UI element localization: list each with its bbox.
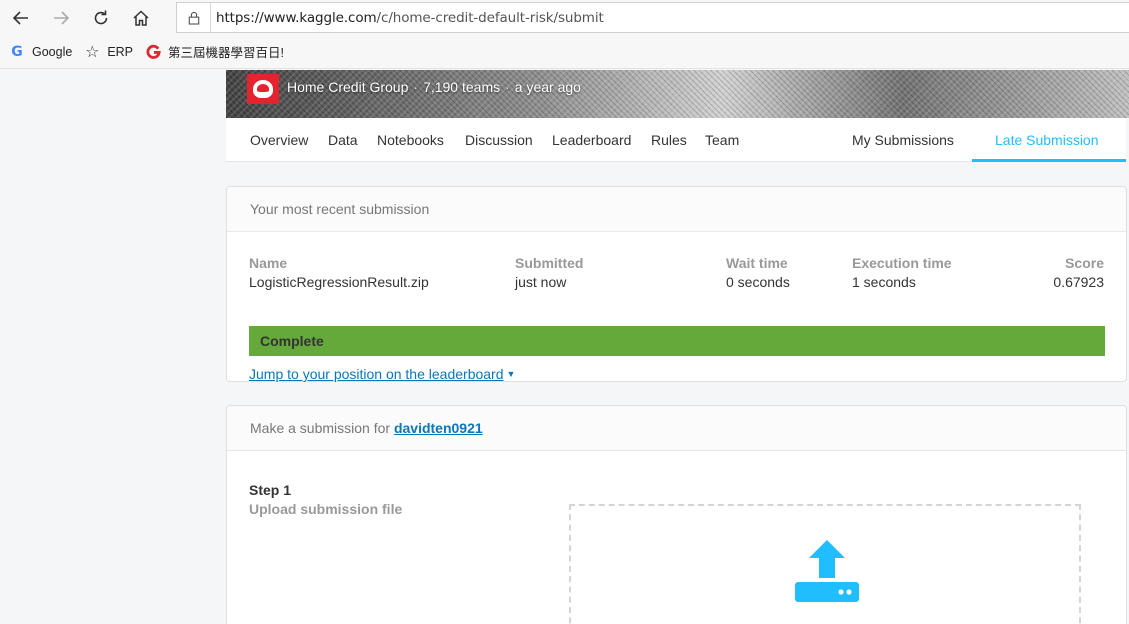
score-value: 0.67923 [1053,274,1104,290]
tab-late-submission[interactable]: Late Submission [995,118,1099,162]
host-name[interactable]: Home Credit Group [287,79,408,95]
upload-icon [795,540,859,602]
submitted-label: Submitted [515,255,584,271]
tab-discussion[interactable]: Discussion [465,118,533,162]
teams-count: 7,190 teams [423,79,501,95]
submission-name-column: Name LogisticRegressionResult.zip [249,255,429,290]
refresh-icon [94,10,108,25]
execution-time-column: Execution time 1 seconds [852,255,952,290]
file-dropzone[interactable] [569,504,1081,624]
step-subtitle: Upload submission file [249,501,403,517]
recent-submission-heading: Your most recent submission [227,187,1126,232]
competition-banner: Home Credit Group · 7,190 teams · a year ago [226,70,1129,118]
home-button[interactable] [127,4,155,32]
score-label: Score [1065,255,1104,271]
wait-time-value: 0 seconds [726,274,790,290]
score-column: Score 0.67923 [1053,255,1104,290]
browser-toolbar: https://www.kaggle.com/c/home-credit-def… [0,0,1129,35]
lock-icon[interactable] [177,3,211,32]
make-submission-card: Make a submission for davidten0921 Step … [226,405,1127,624]
refresh-button[interactable] [87,4,115,32]
tab-my-submissions[interactable]: My Submissions [852,118,954,162]
execution-time-label: Execution time [852,255,952,271]
execution-time-value: 1 seconds [852,274,916,290]
page-content: Home Credit Group · 7,190 teams · a year ago… [0,70,1129,624]
name-value: LogisticRegressionResult.zip [249,274,429,290]
competition-meta: Home Credit Group · 7,190 teams · a year ago [287,79,581,95]
jump-link-text: Jump to your position on the leaderboard [249,366,504,382]
home-credit-logo[interactable] [247,74,279,104]
address-bar[interactable]: https://www.kaggle.com/c/home-credit-def… [176,2,1129,33]
forward-button[interactable] [47,4,75,32]
caret-down-icon: ▼ [506,369,516,379]
jump-to-leaderboard-link[interactable]: Jump to your position on the leaderboard… [249,366,515,382]
make-submission-heading: Make a submission for davidten0921 [227,406,1126,451]
tab-team[interactable]: Team [705,118,739,162]
google-icon: G [11,43,23,60]
bookmark-label: ERP [107,44,134,59]
tab-overview[interactable]: Overview [250,118,308,162]
tab-notebooks[interactable]: Notebooks [377,118,444,162]
wait-time-column: Wait time 0 seconds [726,255,790,290]
url-text[interactable]: https://www.kaggle.com/c/home-credit-def… [211,10,604,26]
bookmark-erp[interactable]: ☆ ERP [84,43,134,61]
make-submission-prefix: Make a submission for [250,420,391,436]
competition-tabs: Overview Data Notebooks Discussion Leade… [226,118,1126,162]
status-badge: Complete [249,326,1105,356]
back-arrow-icon [12,11,28,25]
step-title: Step 1 [249,482,292,498]
forward-arrow-icon [54,11,70,25]
bookmark-ml-100-days[interactable]: 第三屆機器學習百日! [145,42,284,61]
back-button[interactable] [7,4,35,32]
tab-rules[interactable]: Rules [651,118,687,162]
star-icon: ☆ [85,43,100,61]
bookmark-google[interactable]: G Google [9,44,72,60]
competition-age: a year ago [514,79,581,95]
submitted-value: just now [515,274,567,290]
tab-data[interactable]: Data [328,118,358,162]
wait-time-label: Wait time [726,255,788,271]
home-icon [133,10,149,26]
bookmark-label: 第三屆機器學習百日! [168,46,284,60]
url-domain: https://www.kaggle.com [216,9,377,26]
red-logo-icon [145,44,161,60]
recent-submission-card: Your most recent submission Name Logisti… [226,186,1127,382]
username-link[interactable]: davidten0921 [394,420,483,436]
tab-leaderboard[interactable]: Leaderboard [552,118,631,162]
active-tab-indicator [972,159,1126,162]
url-path: /c/home-credit-default-risk/submit [376,9,604,26]
bookmark-label: Google [32,44,73,59]
submitted-column: Submitted just now [515,255,583,290]
name-label: Name [249,255,288,271]
bookmarks-bar: G Google ☆ ERP 第三屆機器學習百日! [0,35,1129,69]
